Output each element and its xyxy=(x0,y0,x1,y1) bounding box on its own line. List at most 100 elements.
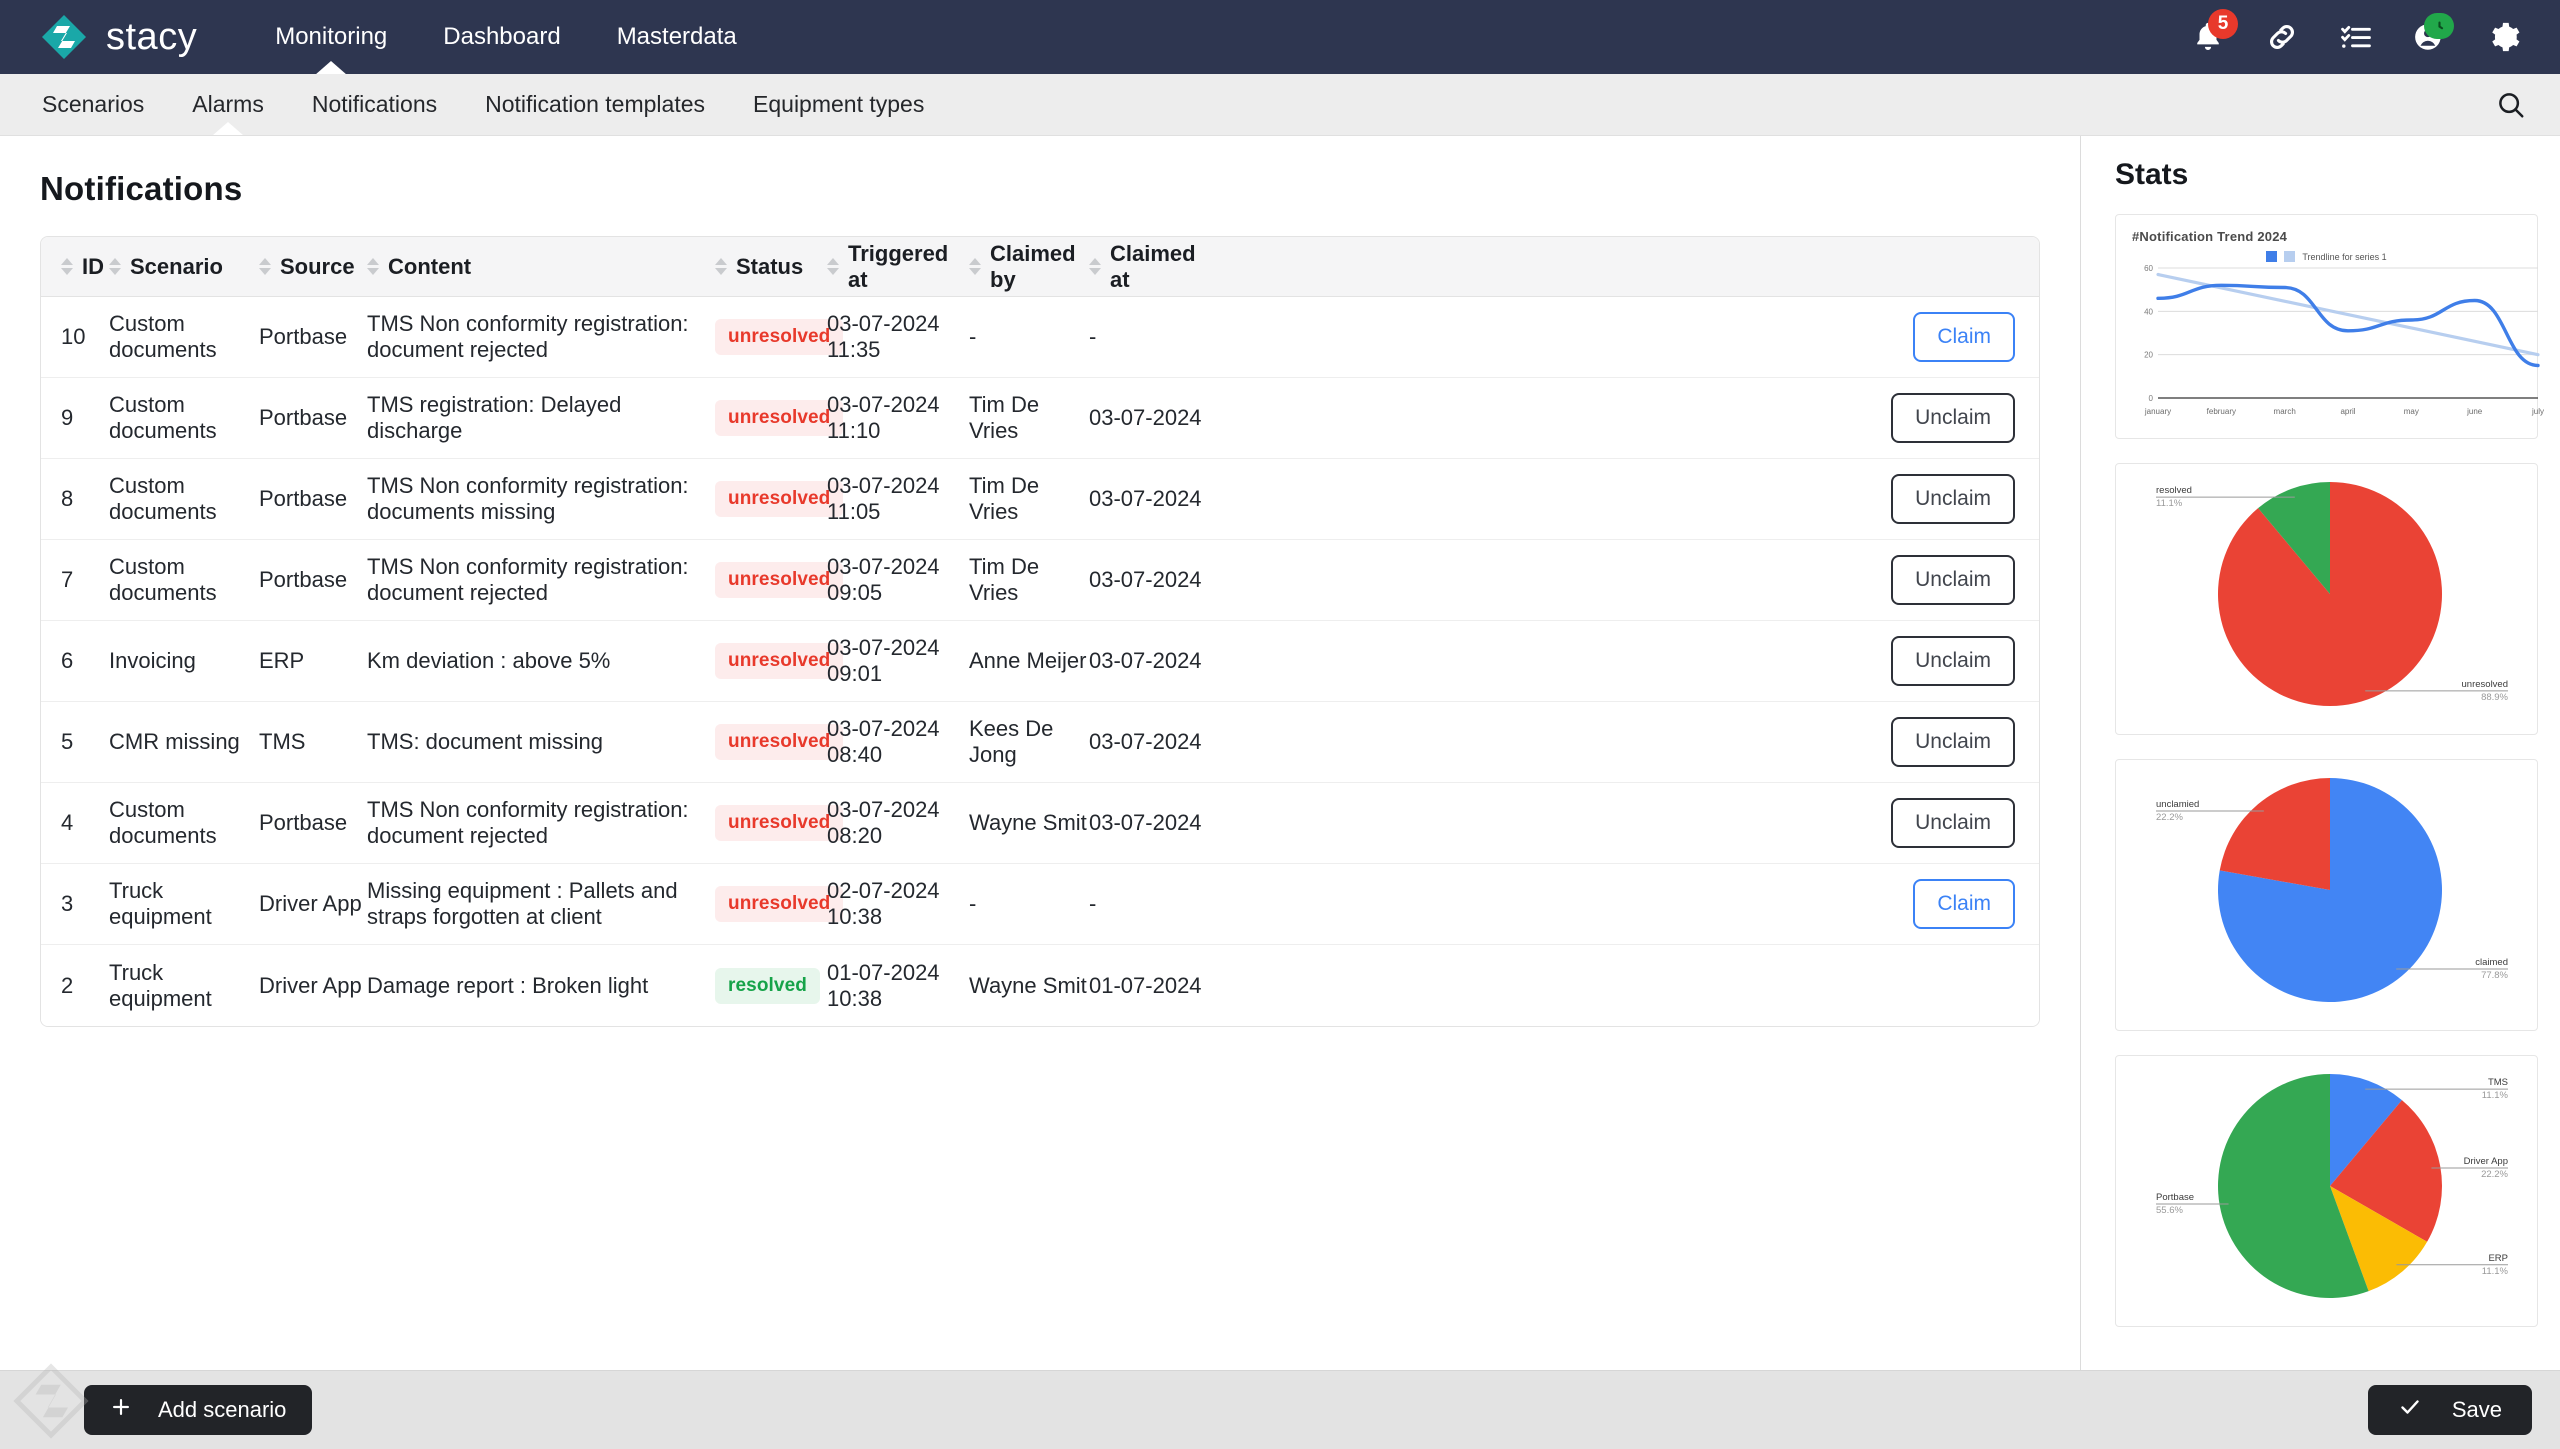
source-distribution-pie-chart: TMS 11.1% Driver App 22.2% ERP 11.1% Portbase 5… xyxy=(2115,1055,2538,1327)
table-row[interactable]: 5 CMR missing TMS TMS: document missing unre… xyxy=(41,702,2039,783)
subnav-item-notifications[interactable]: Notifications xyxy=(288,74,461,135)
check-icon xyxy=(2398,1395,2422,1425)
cell-claimed-by: - xyxy=(969,324,977,349)
column-header-scenario[interactable]: Scenario xyxy=(109,254,259,280)
status-badge: unresolved xyxy=(715,643,844,679)
subnav-item-notification-templates[interactable]: Notification templates xyxy=(461,74,729,135)
column-header-triggered-at[interactable]: Triggered at xyxy=(827,241,969,293)
cell-source: Driver App xyxy=(259,891,362,916)
table-row[interactable]: 2 Truck equipment Driver App Damage report … xyxy=(41,945,2039,1026)
cell-claimed-by: Tim De Vries xyxy=(969,392,1040,443)
add-scenario-button[interactable]: Add scenario xyxy=(84,1385,313,1435)
bell-badge-count: 5 xyxy=(2208,9,2238,39)
unclaim-button[interactable]: Unclaim xyxy=(1891,717,2015,767)
status-badge: unresolved xyxy=(715,805,844,841)
status-badge: unresolved xyxy=(715,724,844,760)
column-header-content[interactable]: Content xyxy=(367,254,715,280)
stacy-logo-icon xyxy=(40,13,88,61)
notification-trend-chart: #Notification Trend 2024 Trendline for s… xyxy=(2115,214,2544,439)
pie-chart-1-svg: unresolved 88.9% resolved 11.1% xyxy=(2156,482,2509,706)
table-row[interactable]: 10 Custom documents Portbase TMS Non confor… xyxy=(41,297,2039,378)
legend-swatch-trendline xyxy=(2284,251,2296,262)
top-action-icons: 5 xyxy=(2186,9,2526,59)
add-scenario-label: Add scenario xyxy=(158,1397,287,1422)
status-badge: unresolved xyxy=(715,481,844,517)
table-row[interactable]: 4 Custom documents Portbase TMS Non conform… xyxy=(41,783,2039,864)
subnav-item-scenarios[interactable]: Scenarios xyxy=(18,74,168,135)
cell-content: Missing equipment : Pallets and straps f… xyxy=(367,878,678,929)
cell-id: 6 xyxy=(61,648,74,673)
column-header-claimed-at[interactable]: Claimed at xyxy=(1089,241,1211,293)
claim-button[interactable]: Claim xyxy=(1913,312,2015,362)
notifications-bell-button[interactable]: 5 xyxy=(2186,9,2238,59)
save-button[interactable]: Save xyxy=(2367,1385,2532,1435)
save-label: Save xyxy=(2451,1397,2502,1422)
user-clock-icon[interactable] xyxy=(2408,13,2454,59)
checklist-icon[interactable] xyxy=(2334,15,2378,59)
nav-item-dashboard[interactable]: Dashboard xyxy=(415,0,588,74)
column-header-id[interactable]: ID xyxy=(61,254,109,280)
unclaim-button[interactable]: Unclaim xyxy=(1891,555,2015,605)
link-icon[interactable] xyxy=(2260,15,2304,59)
cell-triggered-at: 02-07-2024 10:38 xyxy=(827,878,940,929)
cell-scenario: Custom documents xyxy=(109,554,217,605)
cell-content: Damage report : Broken light xyxy=(367,972,649,998)
cell-scenario: CMR missing xyxy=(109,729,240,754)
svg-text:22.2%: 22.2% xyxy=(2481,1169,2508,1180)
cell-claimed-by: Anne Meijer xyxy=(969,648,1087,673)
svg-text:claimed: claimed xyxy=(2475,957,2508,968)
table-row[interactable]: 3 Truck equipment Driver App Missing equipm… xyxy=(41,864,2039,945)
resolution-status-pie-chart: unresolved 88.9% resolved 11.1% xyxy=(2115,463,2538,735)
legend-swatch-series1 xyxy=(2266,251,2278,262)
stats-title: Stats xyxy=(2115,158,2189,191)
gear-icon[interactable] xyxy=(2482,15,2526,59)
cell-triggered-at: 03-07-2024 09:05 xyxy=(827,554,940,605)
sort-icon xyxy=(109,258,121,275)
svg-text:40: 40 xyxy=(2144,307,2153,316)
cell-id: 9 xyxy=(61,405,74,430)
chart-title-line: #Notification Trend 2024 xyxy=(2132,229,2288,244)
svg-text:11.1%: 11.1% xyxy=(2156,498,2183,509)
sort-icon xyxy=(61,258,73,275)
sort-icon xyxy=(367,258,379,275)
status-badge: unresolved xyxy=(715,562,844,598)
cell-content: TMS Non conformity registration: documen… xyxy=(367,797,689,848)
column-header-claimed-by[interactable]: Claimed by xyxy=(969,241,1089,293)
notifications-table: ID Scenario Source Content Status Trigge… xyxy=(40,236,2040,1027)
nav-item-monitoring[interactable]: Monitoring xyxy=(247,0,415,74)
table-row[interactable]: 6 Invoicing ERP Km deviation : above 5% unre… xyxy=(41,621,2039,702)
unclaim-button[interactable]: Unclaim xyxy=(1891,393,2015,443)
cell-id: 8 xyxy=(61,486,74,511)
table-row[interactable]: 7 Custom documents Portbase TMS Non conform… xyxy=(41,540,2039,621)
cell-scenario: Invoicing xyxy=(109,648,196,673)
cell-source: ERP xyxy=(259,648,305,673)
table-row[interactable]: 8 Custom documents Portbase TMS Non conform… xyxy=(41,459,2039,540)
search-icon[interactable] xyxy=(2496,90,2526,120)
column-header-source[interactable]: Source xyxy=(259,254,367,280)
unclaim-button[interactable]: Unclaim xyxy=(1891,636,2015,686)
cell-source: TMS xyxy=(259,729,306,754)
cell-scenario: Custom documents xyxy=(109,473,217,524)
column-header-status[interactable]: Status xyxy=(715,254,827,280)
cell-id: 10 xyxy=(61,324,86,349)
cell-actions: Unclaim xyxy=(1211,798,2039,848)
claim-button[interactable]: Claim xyxy=(1913,879,2015,929)
brand[interactable]: stacy xyxy=(40,13,197,61)
table-row[interactable]: 9 Custom documents Portbase TMS registratio… xyxy=(41,378,2039,459)
column-header-content-label: Content xyxy=(388,253,472,279)
unclaim-button[interactable]: Unclaim xyxy=(1891,798,2015,848)
primary-nav: Monitoring Dashboard Masterdata xyxy=(247,0,765,74)
unclaim-button[interactable]: Unclaim xyxy=(1891,474,2015,524)
nav-item-masterdata[interactable]: Masterdata xyxy=(589,0,765,74)
cell-id: 3 xyxy=(61,891,74,916)
subnav-item-alarms[interactable]: Alarms xyxy=(168,74,288,135)
cell-claimed-by: Tim De Vries xyxy=(969,554,1040,605)
cell-triggered-at: 03-07-2024 11:10 xyxy=(827,392,940,443)
cell-actions: Unclaim xyxy=(1211,636,2039,686)
sort-icon xyxy=(715,258,727,275)
svg-text:ERP: ERP xyxy=(2488,1253,2508,1264)
cell-claimed-at: 03-07-2024 xyxy=(1089,729,1202,754)
cell-content: TMS registration: Delayed discharge xyxy=(367,392,622,443)
subnav-item-equipment-types[interactable]: Equipment types xyxy=(729,74,948,135)
main-content: Notifications ID Scenario Source Content xyxy=(0,136,2080,1370)
